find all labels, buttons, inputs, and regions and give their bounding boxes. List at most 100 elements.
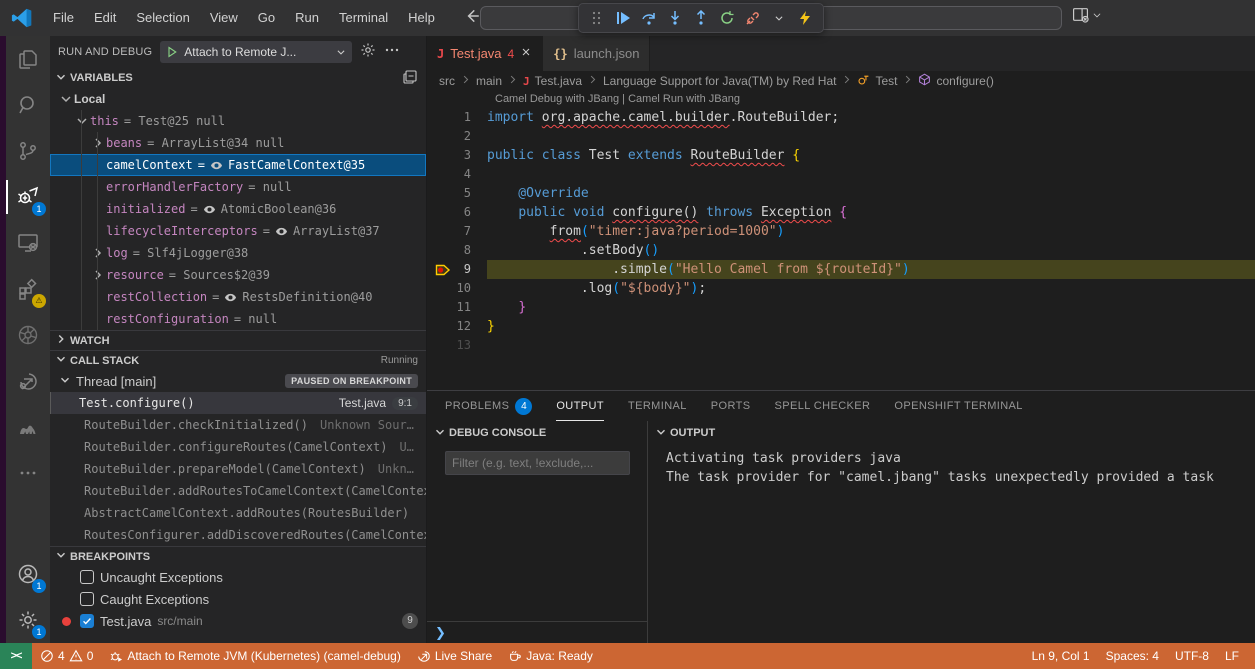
- variable-row[interactable]: log= Slf4jLogger@38: [50, 242, 426, 264]
- debug-console-input[interactable]: ❯: [427, 621, 647, 643]
- step-over-icon[interactable]: [637, 6, 661, 30]
- stack-frame-row[interactable]: RouteBuilder.addRoutesToCamelContext(Cam…: [50, 480, 426, 502]
- breakpoint-row[interactable]: Caught Exceptions: [50, 588, 426, 610]
- activity-bar-item-kubernetes[interactable]: [6, 312, 50, 358]
- launch-config-dropdown[interactable]: Attach to Remote J...: [160, 41, 352, 63]
- lazy-eval-eye-icon[interactable]: [224, 291, 237, 304]
- breakpoint-row[interactable]: Uncaught Exceptions: [50, 566, 426, 588]
- status-item-spaces[interactable]: Spaces: 4: [1098, 643, 1167, 669]
- breadcrumb-item[interactable]: Language Support for Java(TM) by Red Hat: [603, 74, 836, 88]
- disconnect-icon[interactable]: [741, 6, 765, 30]
- breakpoint-checkbox[interactable]: [80, 614, 94, 628]
- stack-frame-row[interactable]: RouteBuilder.prepareModel(CamelContext)U…: [50, 458, 426, 480]
- lazy-eval-eye-icon[interactable]: [203, 203, 216, 216]
- back-icon[interactable]: [463, 7, 481, 30]
- variable-row[interactable]: errorHandlerFactory= null: [50, 176, 426, 198]
- output-log[interactable]: Activating task providers javaThe task p…: [648, 445, 1255, 487]
- variable-row[interactable]: this= Test@25 null: [50, 110, 426, 132]
- activity-bar-item-more-views[interactable]: [6, 450, 50, 496]
- variable-row[interactable]: restCollection=RestsDefinition@40: [50, 286, 426, 308]
- variable-row[interactable]: initialized=AtomicBoolean@36: [50, 198, 426, 220]
- menu-view[interactable]: View: [200, 0, 248, 36]
- restart-icon[interactable]: [715, 6, 739, 30]
- gear-icon[interactable]: [360, 42, 376, 63]
- live-share-status[interactable]: Live Share: [409, 643, 500, 669]
- code-line-5[interactable]: 5 @Override: [427, 184, 1255, 203]
- watch-section-header[interactable]: WATCH: [50, 330, 426, 350]
- activity-bar-item-manage[interactable]: 1: [6, 597, 50, 643]
- code-line-9[interactable]: 9 .simple("Hello Camel from ${routeId}"): [427, 260, 1255, 279]
- stack-frame-row[interactable]: RouteBuilder.checkInitialized()Unknown S…: [50, 414, 426, 436]
- code-line-4[interactable]: 4: [427, 165, 1255, 184]
- code-editor[interactable]: Camel Debug with JBang | Camel Run with …: [427, 91, 1255, 390]
- problems-status[interactable]: 4 0: [32, 643, 101, 669]
- activity-bar-item-source-control[interactable]: [6, 128, 50, 174]
- debug-console-header[interactable]: DEBUG CONSOLE: [427, 421, 647, 445]
- breakpoints-section-header[interactable]: BREAKPOINTS: [50, 546, 426, 566]
- code-line-2[interactable]: 2: [427, 127, 1255, 146]
- hot-code-replace-icon[interactable]: [793, 6, 817, 30]
- debug-console-filter-input[interactable]: [445, 451, 630, 475]
- stack-frame-row[interactable]: AbstractCamelContext.addRoutes(RoutesBui…: [50, 502, 426, 524]
- panel-tab-openshift-terminal[interactable]: OPENSHIFT TERMINAL: [894, 391, 1022, 421]
- code-line-1[interactable]: 1import org.apache.camel.builder.RouteBu…: [427, 108, 1255, 127]
- variable-row[interactable]: lifecycleInterceptors=ArrayList@37: [50, 220, 426, 242]
- stack-frame-row[interactable]: RouteBuilder.configureRoutes(CamelContex…: [50, 436, 426, 458]
- code-line-13[interactable]: 13: [427, 336, 1255, 355]
- code-line-7[interactable]: 7 from("timer:java?period=1000"): [427, 222, 1255, 241]
- variable-row[interactable]: camelContext=FastCamelContext@35: [50, 154, 426, 176]
- debug-session-status[interactable]: Attach to Remote JVM (Kubernetes) (camel…: [101, 643, 408, 669]
- start-debug-icon[interactable]: [166, 46, 178, 58]
- variable-row[interactable]: Local: [50, 88, 426, 110]
- output-header[interactable]: OUTPUT: [648, 421, 1255, 445]
- thread-row[interactable]: Thread [main] PAUSED ON BREAKPOINT: [50, 370, 426, 392]
- drag-handle-icon[interactable]: [585, 6, 609, 30]
- collapse-all-icon[interactable]: [402, 69, 418, 88]
- code-line-3[interactable]: 3public class Test extends RouteBuilder …: [427, 146, 1255, 165]
- variable-row[interactable]: resource= Sources$2@39: [50, 264, 426, 286]
- code-line-10[interactable]: 10 .log("${body}");: [427, 279, 1255, 298]
- code-line-6[interactable]: 6 public void configure() throws Excepti…: [427, 203, 1255, 222]
- menu-file[interactable]: File: [43, 0, 84, 36]
- variable-row[interactable]: restConfiguration= null: [50, 308, 426, 330]
- activity-bar-item-explorer[interactable]: [6, 36, 50, 82]
- activity-bar-item-extensions[interactable]: ⚠: [6, 266, 50, 312]
- more-actions-icon[interactable]: [384, 42, 400, 63]
- breakpoint-checkbox[interactable]: [80, 592, 94, 606]
- variable-row[interactable]: beans= ArrayList@34 null: [50, 132, 426, 154]
- status-item-lf[interactable]: LF: [1217, 643, 1247, 669]
- activity-bar-item-search[interactable]: [6, 82, 50, 128]
- panel-tab-terminal[interactable]: TERMINAL: [628, 391, 687, 421]
- call-stack-section-header[interactable]: CALL STACK Running: [50, 350, 426, 370]
- activity-bar-item-accounts[interactable]: 1: [6, 551, 50, 597]
- close-icon[interactable]: [520, 46, 532, 61]
- breadcrumb-item[interactable]: src: [439, 74, 455, 88]
- panel-tab-problems[interactable]: PROBLEMS4: [445, 391, 532, 421]
- java-status[interactable]: Java: Ready: [500, 643, 601, 669]
- layout-button[interactable]: [1072, 6, 1102, 23]
- breadcrumb-item[interactable]: Test: [875, 74, 897, 88]
- step-into-icon[interactable]: [663, 6, 687, 30]
- breadcrumb[interactable]: srcmainJTest.javaLanguage Support for Ja…: [427, 71, 1255, 91]
- panel-tab-output[interactable]: OUTPUT: [556, 391, 604, 421]
- activity-bar-item-remote-explorer[interactable]: [6, 220, 50, 266]
- continue-icon[interactable]: [611, 6, 635, 30]
- breadcrumb-item[interactable]: main: [476, 74, 502, 88]
- activity-bar-item-camel[interactable]: [6, 404, 50, 450]
- editor-tab-Test-java[interactable]: JTest.java4: [427, 36, 543, 71]
- code-line-12[interactable]: 12}: [427, 317, 1255, 336]
- breakpoint-checkbox[interactable]: [80, 570, 94, 584]
- editor-tab-launch-json[interactable]: {}launch.json: [543, 36, 650, 71]
- breadcrumb-item[interactable]: configure(): [936, 74, 993, 88]
- lazy-eval-eye-icon[interactable]: [275, 225, 288, 238]
- menu-edit[interactable]: Edit: [84, 0, 126, 36]
- breadcrumb-item[interactable]: Test.java: [535, 74, 582, 88]
- code-line-8[interactable]: 8 .setBody(): [427, 241, 1255, 260]
- variables-section-header[interactable]: VARIABLES: [50, 68, 426, 88]
- code-line-11[interactable]: 11 }: [427, 298, 1255, 317]
- stack-frame-row[interactable]: RoutesConfigurer.addDiscoveredRoutes(Cam…: [50, 524, 426, 546]
- disconnect-dropdown-icon[interactable]: [767, 6, 791, 30]
- codelens-actions[interactable]: Camel Debug with JBang | Camel Run with …: [427, 91, 1255, 108]
- panel-tab-spell-checker[interactable]: SPELL CHECKER: [775, 391, 871, 421]
- menu-run[interactable]: Run: [285, 0, 329, 36]
